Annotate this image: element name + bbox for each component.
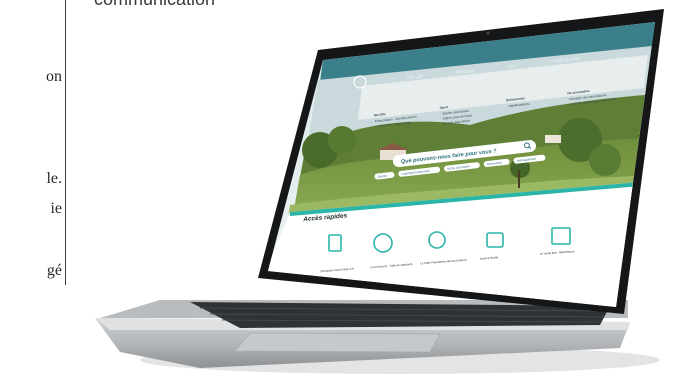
laptop-illustration: Ma ville Pratique Actu Participative Ma …	[95, 9, 664, 374]
nav-item-actu[interactable]: Actu	[507, 63, 518, 70]
webcam	[486, 31, 490, 35]
trackpad	[234, 332, 441, 353]
